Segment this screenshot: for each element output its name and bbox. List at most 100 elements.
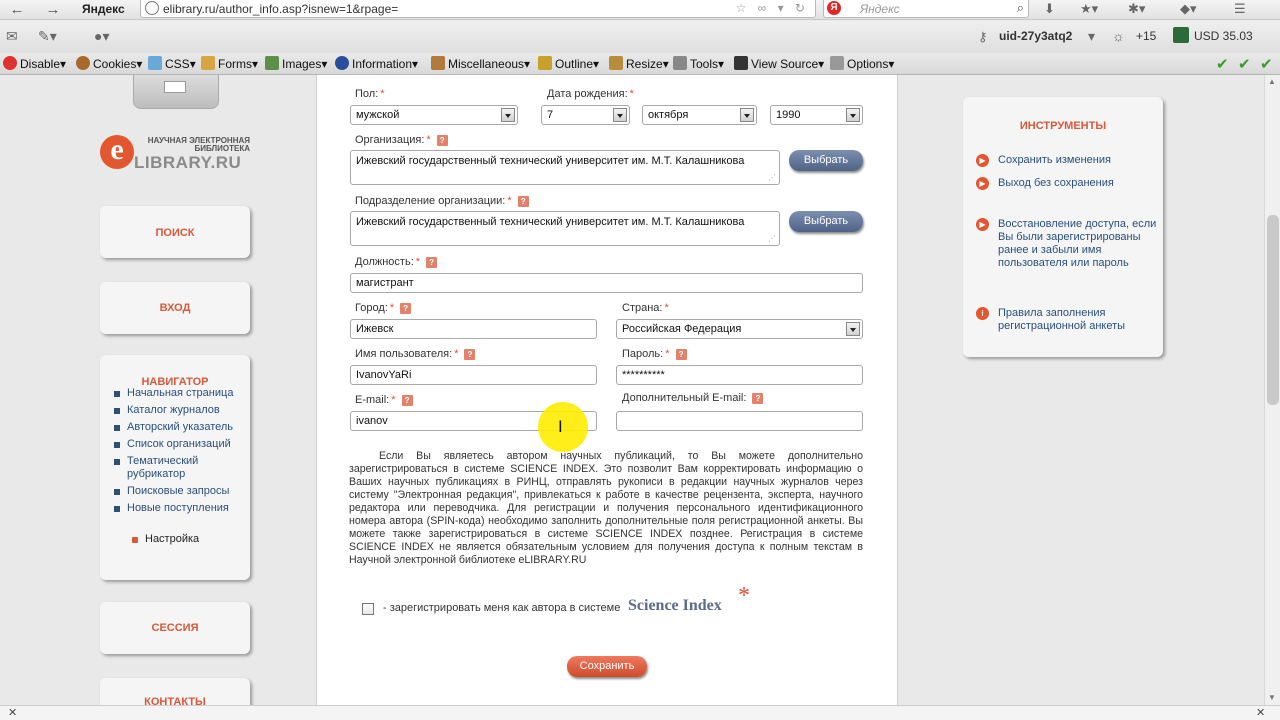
search-input[interactable]: Я Яндекс ⌕ [823,0,1029,18]
science-index-checkbox-label[interactable]: - зарегистрировать меня как автора в сис… [383,602,620,614]
addon-icon[interactable]: ✱▾ [1128,1,1145,17]
wd-view-source[interactable]: View Source▾ [734,56,824,71]
extra-email-input[interactable] [616,411,863,431]
weather-temp[interactable]: +15 [1136,29,1156,43]
page-scrollbar[interactable]: ▲ ▼ [1264,75,1280,705]
help-icon[interactable]: ? [675,349,687,360]
nav-journals[interactable]: Каталог журналов [114,404,244,417]
chevron-down-icon[interactable] [740,108,754,122]
password-input[interactable]: ********** [616,365,863,385]
wd-miscellaneous[interactable]: Miscellaneous▾ [431,56,530,71]
logo-tagline[interactable]: НАУЧНАЯ ЭЛЕКТРОННАЯ БИБЛИОТЕКА [138,137,250,153]
sidebar-login-label[interactable]: ВХОД [100,302,250,314]
menu-icon[interactable]: ☰ [1234,1,1246,17]
sidebar-search-label[interactable]: ПОИСК [100,227,250,239]
misc-icon [431,56,445,70]
wd-options[interactable]: Options▾ [830,56,894,71]
choose-organization-button[interactable]: Выбрать [789,150,863,171]
nav-search-queries[interactable]: Поисковые запросы [114,485,244,498]
wd-images[interactable]: Images▾ [265,56,327,71]
tool-form-rules[interactable]: i Правила заполнения регистрационной анке… [976,307,1158,333]
science-index-checkbox[interactable] [362,603,374,615]
wd-outline[interactable]: Outline▾ [538,56,599,71]
chevron-down-icon[interactable] [501,108,515,122]
nav-authors[interactable]: Авторский указатель [114,421,244,434]
help-icon[interactable]: ? [752,393,764,404]
extra-email-label: Дополнительный E-mail:? [622,392,764,404]
sidebar-session[interactable]: СЕССИЯ [100,602,250,654]
scroll-up-icon[interactable]: ▲ [1268,77,1276,86]
tool-exit-no-save[interactable]: ▶ Выход без сохранения [976,177,1158,190]
sidebar-login[interactable]: ВХОД [100,282,250,334]
wd-forms[interactable]: Forms▾ [201,56,258,71]
tool-save-changes[interactable]: ▶ Сохранить изменения [976,154,1158,167]
chevron-down-icon[interactable] [846,108,860,122]
sidebar-session-label[interactable]: СЕССИЯ [100,622,250,634]
check-js-icon[interactable]: ✔ [1260,55,1273,73]
bookmark-star-icon[interactable]: ☆ ∞ ▾ ↻ [736,1,809,15]
download-icon[interactable]: ⬇ [1044,1,1055,17]
gender-select[interactable]: мужской [350,105,518,125]
nav-home[interactable]: Начальная страница [114,387,244,400]
organization-field[interactable]: Ижевский государственный технический уни… [350,150,780,185]
mail-icon[interactable]: ✉ [6,28,18,45]
city-input[interactable]: Ижевск [350,319,597,339]
wd-disable[interactable]: Disable▾ [3,56,66,71]
address-bar[interactable]: elibrary.ru/author_info.asp?isnew=1&rpag… [140,0,816,18]
birth-day-select[interactable]: 7 [541,105,630,125]
logo-name[interactable]: LIBRARY.RU [134,153,241,173]
address-text[interactable]: elibrary.ru/author_info.asp?isnew=1&rpag… [163,2,398,16]
sidebar-search[interactable]: ПОИСК [100,206,250,258]
help-icon[interactable]: ? [464,349,476,360]
help-icon[interactable]: ? [426,257,438,268]
choose-department-button[interactable]: Выбрать [789,211,863,232]
birth-month-select[interactable]: октября [642,105,757,125]
wd-resize[interactable]: Resize▾ [609,56,669,71]
chevron-down-icon[interactable] [846,322,860,336]
scroll-thumb[interactable] [1267,215,1279,405]
chat-icon[interactable]: ●▾ [94,28,109,45]
nav-rubricator[interactable]: Тематический рубрикатор [114,455,244,481]
help-icon[interactable]: ? [400,303,412,314]
yandex-brand[interactable]: Яндекс [82,2,125,16]
check-css-icon[interactable]: ✔ [1216,55,1229,73]
save-button[interactable]: Сохранить [567,656,647,677]
nav-settings[interactable]: Настройка [114,533,244,546]
help-icon[interactable]: ? [436,135,448,146]
close-addon-bar-icon[interactable]: ✕ [8,706,17,719]
position-input[interactable]: магистрант [350,273,863,293]
birth-date-label: Дата рождения: * [547,88,634,100]
sidebar-contacts-label[interactable]: КОНТАКТЫ [100,696,250,705]
bookmarks-icon[interactable]: ★▾ [1080,1,1098,17]
resize-grip-icon[interactable]: ⋰ [768,234,776,243]
wd-cookies[interactable]: Cookies▾ [76,56,142,71]
birth-year-select[interactable]: 1990 [770,105,863,125]
wd-information[interactable]: Information▾ [335,56,418,71]
forward-arrow-icon[interactable]: → [44,1,62,19]
cursor-highlight [538,402,588,452]
tool-restore-access[interactable]: ▶ Восстановление доступа, если Вы были за… [976,218,1158,270]
resize-grip-icon[interactable]: ⋰ [768,173,776,182]
back-arrow-icon[interactable]: ← [8,1,26,19]
user-dropdown-icon[interactable]: ▾ [1088,28,1095,45]
user-id[interactable]: uid-27y3atq2 [999,29,1072,43]
sidebar-contacts[interactable]: КОНТАКТЫ [100,678,250,705]
currency-rate[interactable]: USD 35.03 [1194,29,1253,43]
close-icon[interactable]: ✕ [1256,706,1265,719]
scroll-down-icon[interactable]: ▼ [1268,693,1276,702]
username-input[interactable]: IvanovYaRi [350,365,597,385]
chevron-down-icon[interactable] [613,108,627,122]
help-icon[interactable]: ? [517,196,529,207]
nav-new-arrivals[interactable]: Новые поступления [114,502,244,515]
addon-icon-2[interactable]: ◆▾ [1180,1,1197,17]
nav-organizations[interactable]: Список организаций [114,438,244,451]
search-icon[interactable]: ⌕ [1017,0,1024,16]
wd-tools[interactable]: Tools▾ [673,56,724,71]
edit-icon[interactable]: ✎▾ [38,28,57,45]
elibrary-logo-icon[interactable]: e [100,135,134,169]
check-html-icon[interactable]: ✔ [1238,55,1251,73]
department-field[interactable]: Ижевский государственный технический уни… [350,211,780,246]
help-icon[interactable]: ? [401,395,413,406]
wd-css[interactable]: CSS▾ [148,56,196,71]
country-select[interactable]: Российская Федерация [616,319,863,339]
